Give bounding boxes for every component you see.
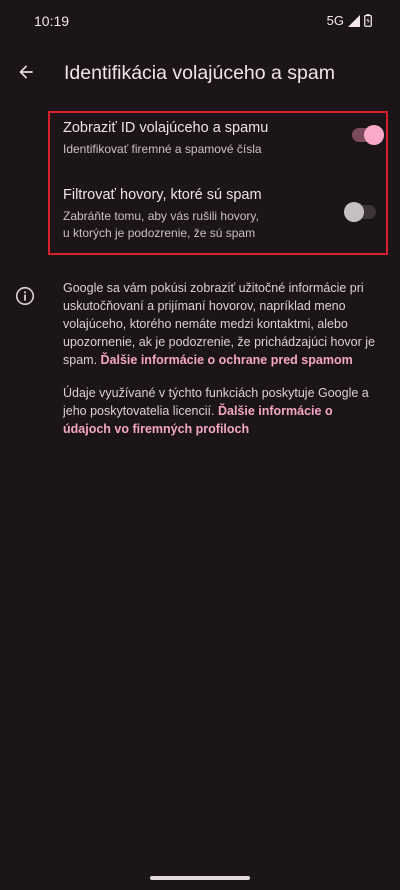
gesture-navigation-bar[interactable]: [150, 876, 250, 880]
toggle-thumb: [344, 202, 364, 222]
setting-summary: Zabráňte tomu, aby vás rušili hovory, u …: [63, 208, 388, 242]
status-time: 10:19: [34, 13, 70, 29]
setting-title: Filtrovať hovory, ktoré sú spam: [63, 187, 262, 203]
info-icon: [15, 286, 35, 306]
setting-filter-spam-calls[interactable]: Filtrovať hovory, ktoré sú spam Zabráňte…: [63, 186, 388, 242]
toggle-thumb: [364, 125, 384, 145]
setting-summary: Identifikovať firemné a spamové čísla: [63, 142, 262, 156]
app-bar: Identifikácia volajúceho a spam: [0, 50, 400, 98]
status-indicators: 5G: [327, 13, 372, 28]
setting-summary-line: u ktorých je podozrenie, že sú spam: [63, 226, 256, 240]
setting-caller-id-spam[interactable]: Zobraziť ID volajúceho a spamu Identifik…: [63, 119, 388, 158]
setting-summary-line: Zabráňte tomu, aby vás rušili hovory,: [63, 209, 259, 223]
signal-icon: [348, 14, 360, 27]
filter-spam-toggle[interactable]: [344, 202, 376, 222]
arrow-back-icon: [19, 65, 33, 79]
info-paragraph: Údaje využívané v týchto funkciách posky…: [63, 384, 383, 438]
back-button[interactable]: [8, 54, 44, 90]
spam-protection-link[interactable]: Ďalšie informácie o ochrane pred spamom: [101, 353, 353, 367]
status-bar: 10:19 5G: [0, 0, 400, 44]
network-type: 5G: [326, 13, 344, 28]
setting-title: Zobraziť ID volajúceho a spamu: [63, 120, 269, 136]
page-title: Identifikácia volajúceho a spam: [64, 62, 335, 84]
caller-id-spam-toggle[interactable]: [352, 125, 384, 145]
info-paragraph: Google sa vám pokúsi zobraziť užitočné i…: [63, 279, 383, 369]
battery-icon: [364, 14, 372, 27]
